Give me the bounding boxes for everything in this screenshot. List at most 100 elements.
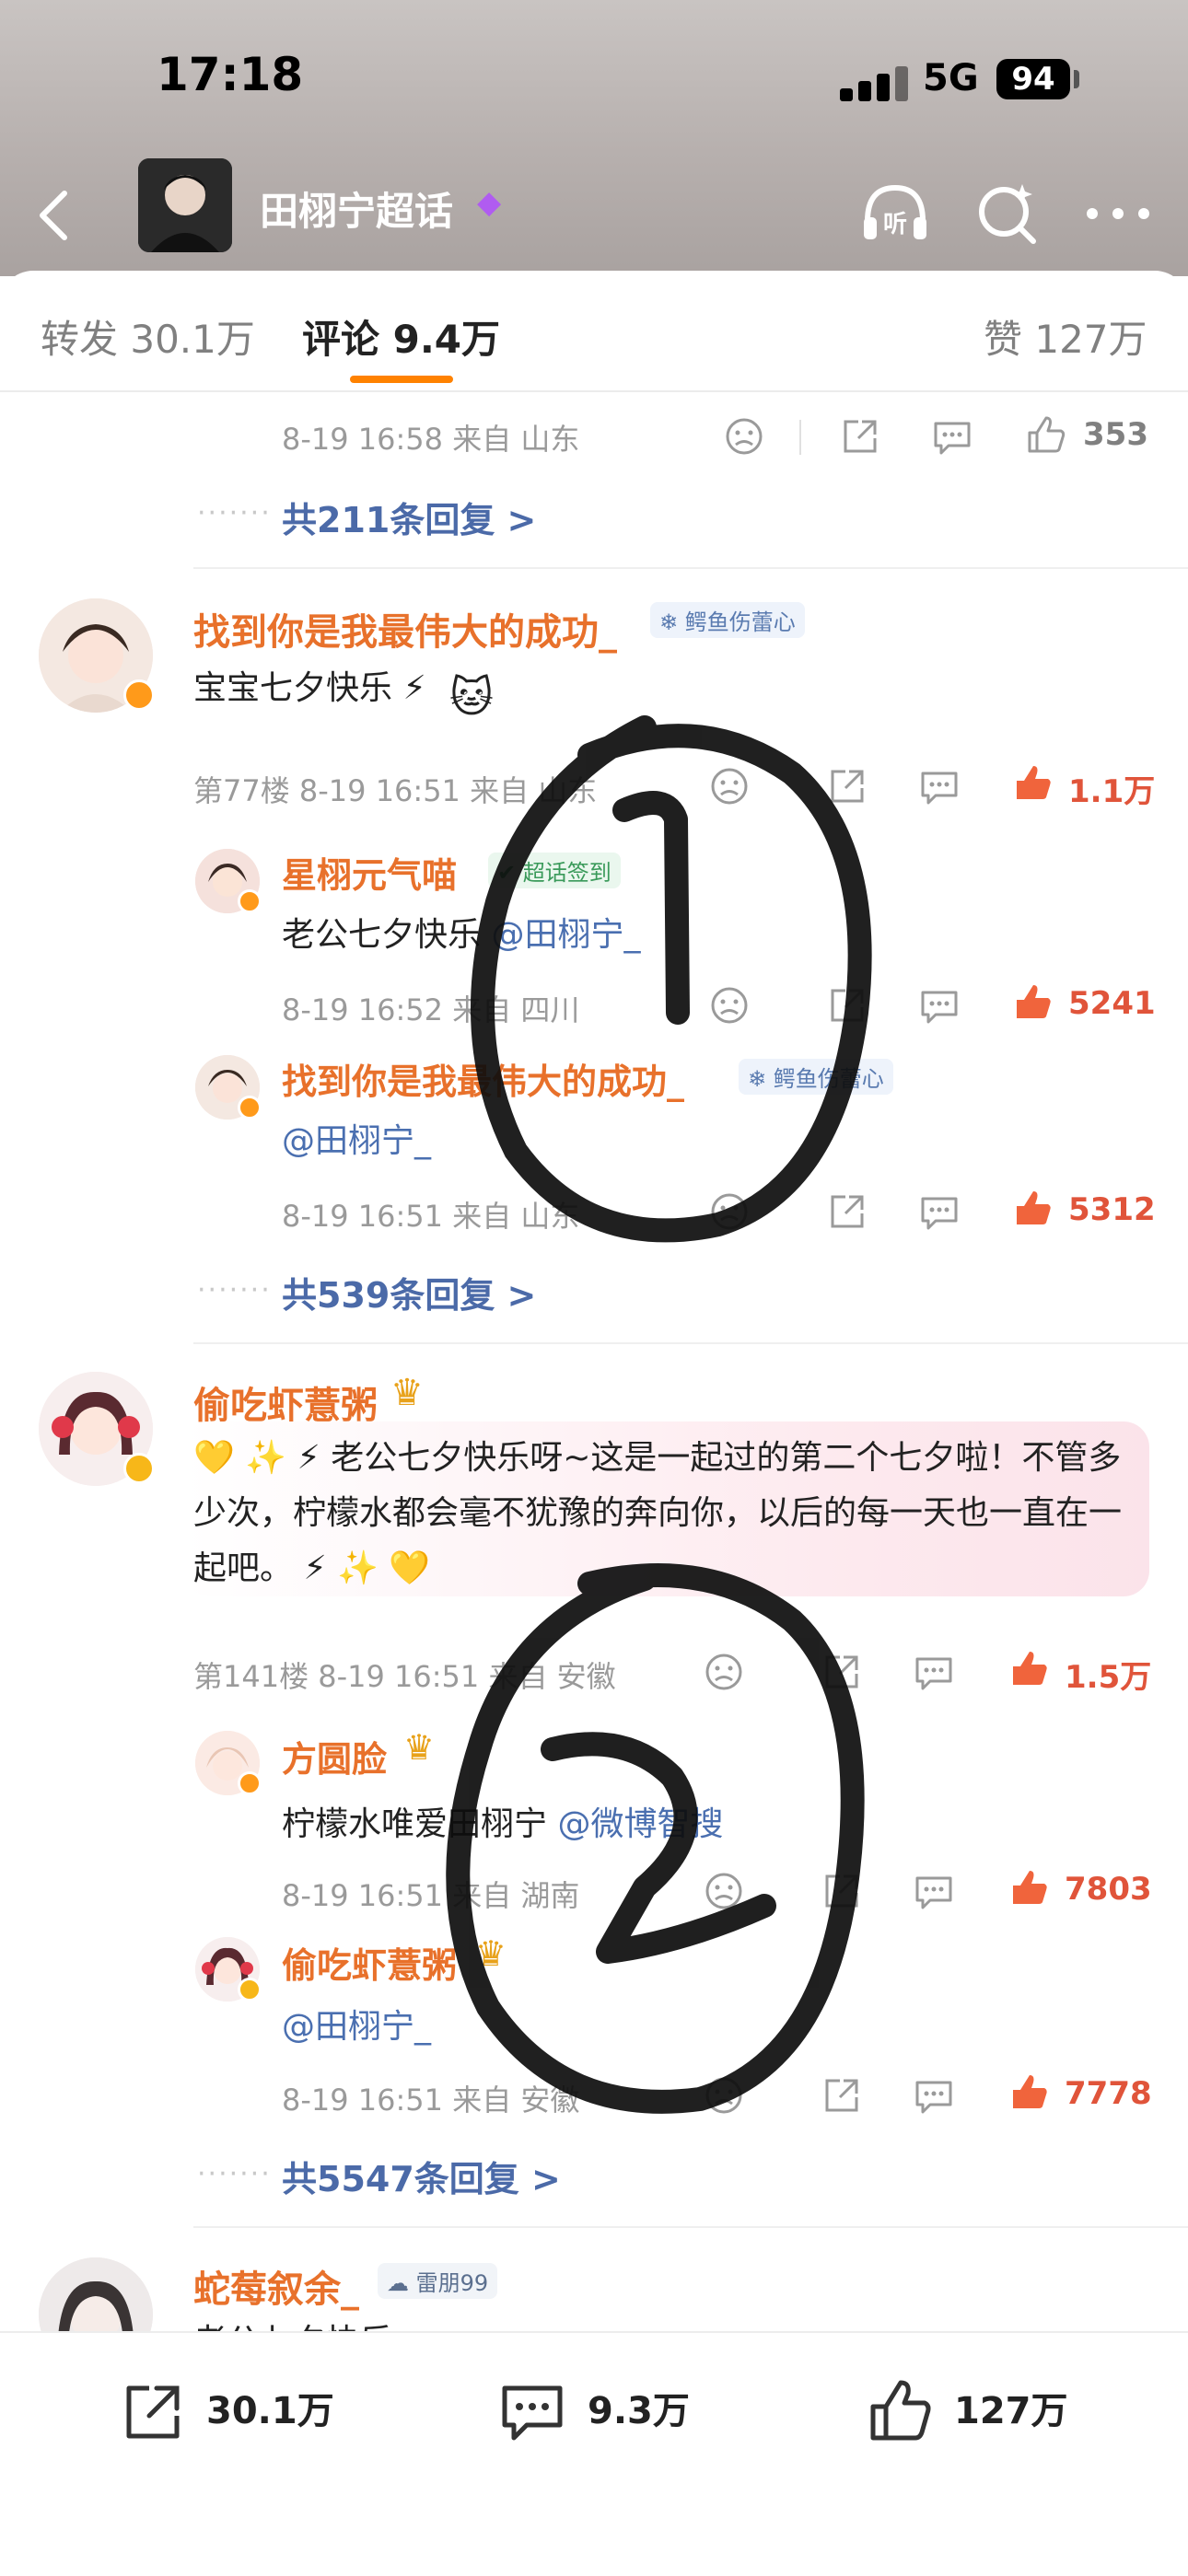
tab-bar: 转发 30.1万 评论 9.4万 赞 127万 <box>0 276 1188 387</box>
reply-text: 柠檬水唯爱田栩宁 @微博智搜 <box>282 1805 724 1843</box>
comment-icon <box>921 991 958 1024</box>
mention-link[interactable]: @田栩宁_ <box>282 2008 431 2046</box>
share-button[interactable] <box>825 1189 869 1234</box>
like-count-total[interactable]: 127万 <box>954 2381 1068 2434</box>
reply-button[interactable] <box>917 983 961 1027</box>
svg-text:听: 听 <box>883 211 907 238</box>
sad-face-icon <box>726 418 763 455</box>
view-replies-link[interactable]: 共5547条回复 > <box>282 2151 561 2201</box>
view-replies-link[interactable]: 共539条回复 > <box>282 1267 536 1317</box>
sad-face-icon <box>705 1654 742 1690</box>
reply-button[interactable] <box>912 1869 956 1913</box>
thumbs-up-filled-icon <box>1017 985 1051 1018</box>
comment-icon <box>502 2385 563 2441</box>
mention-link[interactable]: @田栩宁_ <box>491 916 640 954</box>
share-button[interactable] <box>838 414 882 458</box>
share-button[interactable] <box>820 1869 864 1913</box>
crown-badge-icon: ♛ <box>390 1372 424 1414</box>
like-button[interactable] <box>1024 412 1068 457</box>
listen-button[interactable]: 听 <box>856 175 934 252</box>
comment-text: 💛 ✨ ⚡ 老公七夕快乐呀~这是一起过的第二个七夕啦！不管多少次，柠檬水都会毫不… <box>193 1439 1123 1587</box>
reply-username[interactable]: 偷吃虾薏粥 <box>282 1937 457 1988</box>
search-icon <box>979 184 1036 244</box>
comment-count[interactable]: 9.3万 <box>588 2381 690 2434</box>
super-topic-gem-icon: ◆ <box>477 184 502 221</box>
share-icon <box>126 2385 180 2439</box>
verified-badge-icon <box>238 1978 262 2002</box>
comment-icon <box>915 1657 952 1690</box>
dislike-button[interactable] <box>722 414 766 458</box>
like-count: 353 <box>1083 416 1148 453</box>
more-button[interactable] <box>1079 175 1157 252</box>
dislike-button[interactable] <box>702 1650 746 1694</box>
status-time: 17:18 <box>157 48 304 101</box>
tab-likes[interactable]: 赞 127万 <box>984 308 1147 365</box>
reply-meta: 8-19 16:51 来自 湖南 <box>282 1878 580 1913</box>
reply-button[interactable] <box>912 1650 956 1694</box>
reply-button[interactable] <box>917 1189 961 1234</box>
reply-button[interactable] <box>912 2073 956 2118</box>
dislike-button[interactable] <box>707 764 751 808</box>
comment-text: 宝宝七夕快乐 ⚡ <box>193 669 426 707</box>
share-icon <box>825 1874 858 1908</box>
dislike-button[interactable] <box>707 983 751 1027</box>
like-button[interactable] <box>1011 980 1055 1024</box>
thumbs-up-filled-icon <box>1017 766 1051 799</box>
dislike-button[interactable] <box>702 2073 746 2118</box>
mention-link[interactable]: @微博智搜 <box>557 1805 723 1843</box>
page-title[interactable]: 田栩宁超话 <box>260 180 453 237</box>
comment-username[interactable]: 蛇莓叙余_ <box>193 2259 359 2313</box>
share-button[interactable] <box>825 764 869 808</box>
battery-icon: 94 <box>996 59 1070 99</box>
search-button[interactable] <box>969 175 1046 252</box>
back-button[interactable] <box>28 177 83 250</box>
like-button[interactable] <box>1007 2070 1052 2114</box>
like-button[interactable] <box>1007 1646 1052 1690</box>
like-count: 1.5万 <box>1065 1659 1152 1696</box>
comment-icon <box>934 422 971 455</box>
share-button[interactable] <box>820 1650 864 1694</box>
comment-meta: 8-19 16:58 来自 山东 <box>282 422 580 457</box>
share-button[interactable] <box>825 983 869 1027</box>
comment-button[interactable] <box>497 2377 567 2447</box>
like-button[interactable] <box>1011 760 1055 805</box>
reply-username[interactable]: 找到你是我最伟大的成功_ <box>282 1053 684 1104</box>
reply-username[interactable]: 方圆脸 <box>282 1731 387 1781</box>
dislike-button[interactable] <box>702 1869 746 1913</box>
comment-icon <box>921 1197 958 1230</box>
fan-badge: ❄ 鳄鱼伤蕾心 <box>739 1059 893 1095</box>
active-tab-indicator <box>350 376 453 383</box>
reply-username[interactable]: 星栩元气喵 <box>282 847 457 898</box>
comment-meta: 第141楼 8-19 16:51 来自 安徽 <box>193 1659 616 1694</box>
like-post-button[interactable] <box>866 2375 936 2445</box>
reply-meta: 8-19 16:52 来自 四川 <box>282 992 580 1027</box>
repost-button[interactable] <box>118 2377 188 2447</box>
like-button[interactable] <box>1011 1186 1055 1230</box>
reply-text: @田栩宁_ <box>282 1114 431 1162</box>
dislike-button[interactable] <box>707 1189 751 1234</box>
comment-icon <box>915 2081 952 2114</box>
sad-face-icon <box>711 987 748 1024</box>
tab-reposts[interactable]: 转发 30.1万 <box>41 308 255 365</box>
like-button[interactable] <box>1007 1865 1052 1909</box>
share-icon <box>844 420 877 453</box>
mention-link[interactable]: @田栩宁_ <box>282 1122 431 1160</box>
sad-face-icon <box>705 2077 742 2114</box>
view-replies-link[interactable]: 共211条回复 > <box>282 492 536 542</box>
fan-badge: ❄ 鳄鱼伤蕾心 <box>650 602 805 638</box>
verified-badge-icon <box>123 679 155 711</box>
thumbs-up-filled-icon <box>1013 2075 1047 2108</box>
topic-avatar[interactable] <box>138 158 232 252</box>
like-count: 5241 <box>1068 985 1156 1022</box>
repost-count[interactable]: 30.1万 <box>206 2381 334 2434</box>
share-button[interactable] <box>820 2073 864 2118</box>
share-icon <box>831 770 864 803</box>
reply-meta: 8-19 16:51 来自 安徽 <box>282 2083 580 2118</box>
reply-button[interactable] <box>930 414 974 458</box>
comment-username[interactable]: 找到你是我最伟大的成功_ <box>193 602 617 656</box>
more-dots-icon <box>1087 208 1149 219</box>
crown-badge-icon: ♛ <box>403 1727 436 1768</box>
tab-comments[interactable]: 评论 9.4万 <box>302 308 500 365</box>
reply-meta: 8-19 16:51 来自 山东 <box>282 1199 580 1234</box>
reply-button[interactable] <box>917 764 961 808</box>
